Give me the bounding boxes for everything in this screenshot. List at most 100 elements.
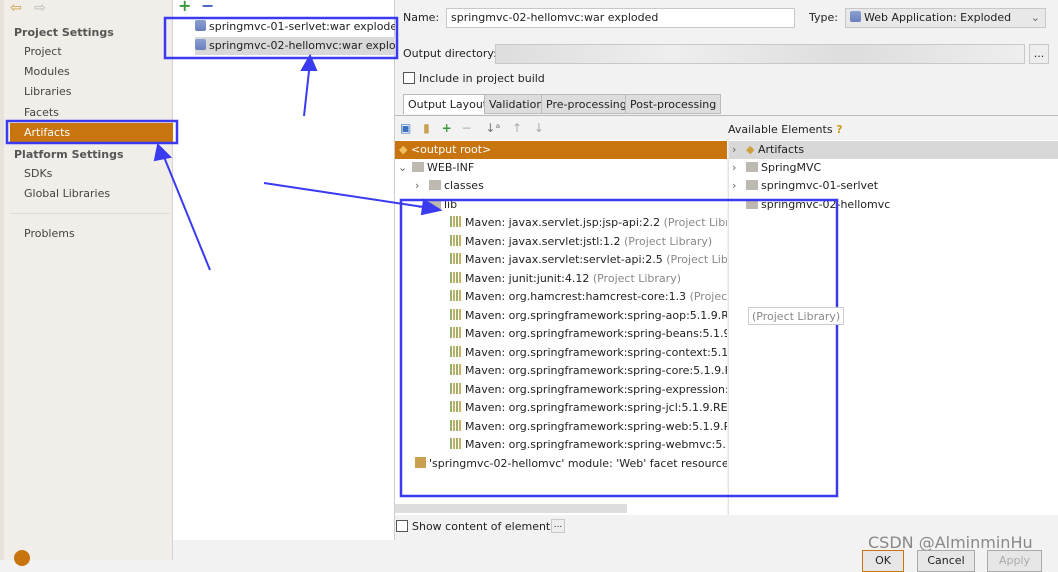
archive-icon[interactable]: ▮ <box>423 121 430 135</box>
web-app-icon <box>850 11 861 22</box>
tree-node-library[interactable]: Maven: javax.servlet.jsp:jsp-api:2.2 (Pr… <box>450 214 727 232</box>
remove-artifact-button[interactable]: − <box>201 0 214 15</box>
sidebar-item-problems[interactable]: Problems <box>24 227 75 240</box>
tree-node-library[interactable]: Maven: org.springframework:spring-contex… <box>450 344 727 362</box>
sidebar-item-artifacts[interactable]: Artifacts <box>10 123 176 143</box>
library-icon <box>450 382 462 394</box>
sidebar-item-project[interactable]: Project <box>24 45 62 58</box>
create-directory-icon[interactable]: ▣ <box>400 121 411 135</box>
help-icon[interactable] <box>14 550 30 566</box>
tab-validation[interactable]: Validation <box>484 94 549 114</box>
cancel-button[interactable]: Cancel <box>917 550 975 572</box>
forward-arrow-icon[interactable]: ⇨ <box>34 0 46 16</box>
tree-node-library[interactable]: Maven: org.springframework:spring-webmvc… <box>450 436 727 454</box>
sidebar-item-sdks[interactable]: SDKs <box>24 167 52 180</box>
library-name: Maven: javax.servlet.jsp:jsp-api:2.2 <box>465 216 661 229</box>
chevron-down-icon[interactable]: ⌄ <box>398 159 412 177</box>
folder-icon <box>429 180 441 190</box>
node-label: classes <box>444 179 484 192</box>
tree-node-lib[interactable]: ⌄ lib <box>415 196 457 214</box>
library-icon <box>450 234 462 246</box>
available-title: Available Elements <box>728 123 833 136</box>
library-name: Maven: org.springframework:spring-contex… <box>465 345 727 359</box>
node-label: lib <box>444 198 458 211</box>
library-icon <box>450 364 462 375</box>
include-label: Include in project build <box>419 72 545 85</box>
output-directory-input[interactable] <box>495 44 1025 64</box>
library-name: Maven: org.springframework:spring-jcl:5.… <box>465 401 727 414</box>
sidebar-item-libraries[interactable]: Libraries <box>24 85 72 98</box>
tab-output-layout[interactable]: Output Layout <box>403 94 493 114</box>
move-down-icon[interactable]: ↓ <box>534 121 544 135</box>
name-input[interactable]: springmvc-02-hellomvc:war exploded <box>446 8 795 28</box>
tab-divider <box>395 115 1058 116</box>
tree-node-web-inf[interactable]: ⌄ WEB-INF <box>398 159 474 177</box>
item-label: springmvc-02-hellomvc <box>761 198 891 211</box>
facet-icon <box>415 457 426 468</box>
tree-node-facet-resources[interactable]: 'springmvc-02-hellomvc' module: 'Web' fa… <box>415 455 727 473</box>
tree-node-library[interactable]: Maven: javax.servlet:servlet-api:2.5 (Pr… <box>450 251 727 269</box>
tab-pre-processing[interactable]: Pre-processing <box>541 94 632 114</box>
add-icon[interactable]: + <box>442 121 452 135</box>
artifact-label: springmvc-01-serlvet:war exploded <box>209 20 395 33</box>
module-icon <box>746 180 758 190</box>
sort-icon[interactable]: ↓ᵃ <box>485 121 500 135</box>
platform-settings-heading: Platform Settings <box>14 148 124 161</box>
available-item[interactable]: springmvc-02-hellomvc <box>746 196 890 214</box>
tree-node-library[interactable]: Maven: org.springframework:spring-web:5.… <box>450 418 727 436</box>
library-icon <box>450 308 462 320</box>
sidebar-item-global-libraries[interactable]: Global Libraries <box>24 187 110 200</box>
tab-post-processing[interactable]: Post-processing <box>625 94 722 114</box>
chevron-down-icon[interactable]: ⌄ <box>415 196 429 214</box>
show-content-checkbox[interactable]: Show content of elements <box>396 520 556 533</box>
browse-button[interactable]: ... <box>1029 44 1049 64</box>
type-select[interactable]: Web Application: Exploded ⌄ <box>845 8 1046 28</box>
tree-node-classes[interactable]: › classes <box>415 177 484 195</box>
tooltip-aop-tag: (Project Library) <box>748 307 845 325</box>
remove-icon[interactable]: − <box>462 121 472 135</box>
library-icon <box>450 216 462 227</box>
available-item[interactable]: › springmvc-01-serlvet <box>732 177 878 195</box>
show-content-options-button[interactable]: ... <box>551 519 565 533</box>
add-artifact-button[interactable]: + <box>178 0 191 15</box>
folder-icon <box>412 162 424 172</box>
item-label: springmvc-01-serlvet <box>761 179 879 192</box>
tree-node-library[interactable]: Maven: org.springframework:spring-aop:5.… <box>450 307 727 325</box>
sidebar-item-facets[interactable]: Facets <box>24 106 59 119</box>
library-name: Maven: org.springframework:spring-core:5… <box>465 364 727 377</box>
library-name: Maven: javax.servlet:jstl:1.2 <box>465 234 621 248</box>
tree-node-library[interactable]: Maven: org.hamcrest:hamcrest-core:1.3 (P… <box>450 288 727 306</box>
module-icon <box>746 199 758 209</box>
library-icon <box>450 253 462 264</box>
settings-sidebar: ⇦ ⇨ Project Settings Project Modules Lib… <box>0 0 176 560</box>
module-icon <box>746 162 758 172</box>
include-in-build-checkbox[interactable]: Include in project build <box>403 72 545 85</box>
library-icon <box>450 345 462 357</box>
ok-button[interactable]: OK <box>862 550 904 572</box>
node-label: WEB-INF <box>427 161 475 174</box>
artifact-item-selected[interactable]: springmvc-02-hellomvc:war exploded <box>195 37 395 55</box>
artifact-item[interactable]: springmvc-01-serlvet:war exploded <box>195 18 395 36</box>
library-name: Maven: org.hamcrest:hamcrest-core:1.3 <box>465 290 687 303</box>
tree-node-library[interactable]: Maven: javax.servlet:jstl:1.2 (Project L… <box>450 233 712 251</box>
web-artifact-icon <box>195 39 206 50</box>
move-up-icon[interactable]: ↑ <box>512 121 522 135</box>
back-arrow-icon[interactable]: ⇦ <box>10 0 22 16</box>
tree-node-output-root[interactable]: ◆ <output root> <box>395 141 727 159</box>
library-name: Maven: javax.servlet:servlet-api:2.5 <box>465 253 663 266</box>
output-layout-tree: ◆ <output root> ⌄ WEB-INF › classes ⌄ lib M… <box>395 140 727 515</box>
tree-node-library[interactable]: Maven: org.springframework:spring-core:5… <box>450 362 727 380</box>
divider <box>10 213 170 214</box>
apply-button[interactable]: Apply <box>987 550 1042 572</box>
help-icon[interactable]: ? <box>836 123 842 136</box>
available-item-artifacts[interactable]: › ◆ Artifacts <box>729 141 1058 159</box>
sidebar-item-modules[interactable]: Modules <box>24 65 70 78</box>
tree-node-library[interactable]: Maven: junit:junit:4.12 (Project Library… <box>450 270 681 288</box>
chevron-right-icon[interactable]: › <box>415 177 429 195</box>
tree-node-library[interactable]: Maven: org.springframework:spring-jcl:5.… <box>450 399 727 417</box>
available-item[interactable]: › SpringMVC <box>732 159 821 177</box>
tree-node-library[interactable]: Maven: org.springframework:spring-beans:… <box>450 325 727 343</box>
tree-node-library[interactable]: Maven: org.springframework:spring-expres… <box>450 381 727 399</box>
library-icon <box>450 438 462 449</box>
horizontal-scrollbar[interactable] <box>395 504 627 513</box>
